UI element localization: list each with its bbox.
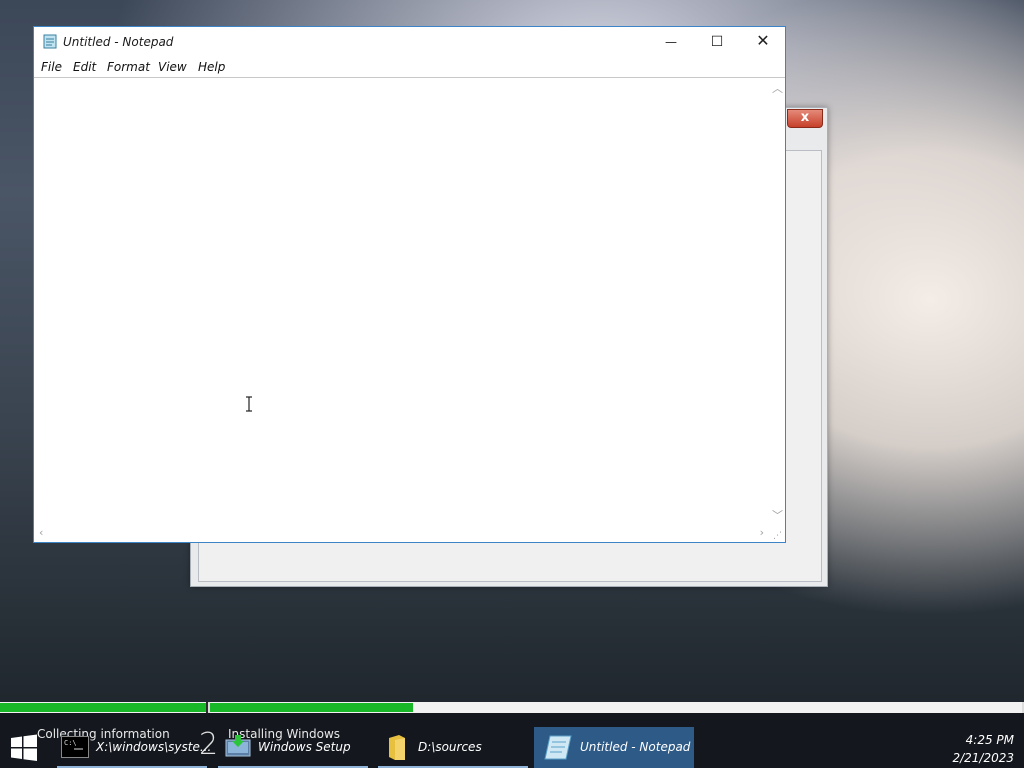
clock-date: 2/21/2023 bbox=[952, 751, 1014, 765]
cmd-icon: C:\ bbox=[61, 736, 89, 758]
progress-segment-collecting bbox=[0, 702, 208, 713]
vertical-scrollbar[interactable]: ︿ ﹀ bbox=[768, 78, 785, 525]
taskbar-item-notepad[interactable]: Untitled - Notepad bbox=[534, 727, 694, 768]
taskbar: Collecting information 2 Installing Wind… bbox=[0, 713, 1024, 768]
taskbar-item-label: Untitled - Notepad bbox=[580, 740, 691, 754]
scroll-right-icon[interactable]: › bbox=[760, 526, 764, 539]
taskbar-item-cmd[interactable]: C:\ X:\windows\syste... bbox=[57, 727, 211, 768]
taskbar-clock[interactable]: 4:25 PM 2/21/2023 bbox=[952, 731, 1014, 767]
scroll-up-icon[interactable]: ︿ bbox=[772, 80, 783, 96]
scroll-down-icon[interactable]: ﹀ bbox=[772, 507, 783, 523]
close-icon: ✕ bbox=[756, 31, 770, 50]
taskbar-item-label: X:\windows\syste... bbox=[96, 740, 212, 754]
taskbar-item-label: Windows Setup bbox=[258, 740, 351, 754]
menu-help[interactable]: Help bbox=[198, 60, 225, 74]
menu-bar: File Edit Format View Help bbox=[34, 57, 785, 77]
menu-file[interactable]: File bbox=[41, 60, 62, 74]
window-title: Untitled - Notepad bbox=[63, 35, 174, 49]
progress-fill-collecting bbox=[0, 703, 206, 712]
text-cursor-icon bbox=[246, 396, 252, 412]
scroll-left-icon[interactable]: ‹ bbox=[39, 526, 43, 539]
setup-icon bbox=[225, 735, 251, 757]
resize-grip-icon[interactable]: ⋰ bbox=[773, 531, 782, 541]
svg-text:C:\: C:\ bbox=[64, 739, 77, 747]
close-button[interactable]: ✕ bbox=[740, 27, 786, 57]
maximize-icon: ☐ bbox=[710, 34, 724, 50]
title-bar[interactable]: Untitled - Notepad — ☐ ✕ bbox=[34, 27, 785, 57]
menu-format[interactable]: Format bbox=[107, 60, 150, 74]
notepad-icon bbox=[43, 34, 57, 49]
notepad-icon bbox=[544, 735, 572, 760]
setup-dialog-close-button[interactable]: x bbox=[787, 109, 823, 128]
progress-segment-installing bbox=[210, 702, 1022, 713]
menu-edit[interactable]: Edit bbox=[73, 60, 96, 74]
text-editor-area[interactable]: ︿ ﹀ ‹ › ⋰ bbox=[34, 77, 785, 542]
taskbar-item-windows-setup[interactable]: Windows Setup bbox=[218, 727, 368, 768]
setup-progress-bar bbox=[0, 702, 1024, 713]
folder-icon bbox=[389, 735, 405, 760]
notepad-window: Untitled - Notepad — ☐ ✕ File Edit Forma… bbox=[33, 26, 786, 543]
taskbar-item-label: D:\sources bbox=[418, 740, 482, 754]
horizontal-scrollbar[interactable]: ‹ › bbox=[34, 525, 768, 542]
minimize-icon: — bbox=[665, 35, 677, 49]
taskbar-item-sources-folder[interactable]: D:\sources bbox=[378, 727, 528, 768]
progress-fill-installing bbox=[210, 703, 413, 712]
minimize-button[interactable]: — bbox=[648, 27, 694, 57]
clock-time: 4:25 PM bbox=[965, 733, 1014, 747]
windows-start-icon[interactable] bbox=[10, 734, 38, 762]
maximize-button[interactable]: ☐ bbox=[694, 27, 740, 57]
menu-view[interactable]: View bbox=[158, 60, 187, 74]
